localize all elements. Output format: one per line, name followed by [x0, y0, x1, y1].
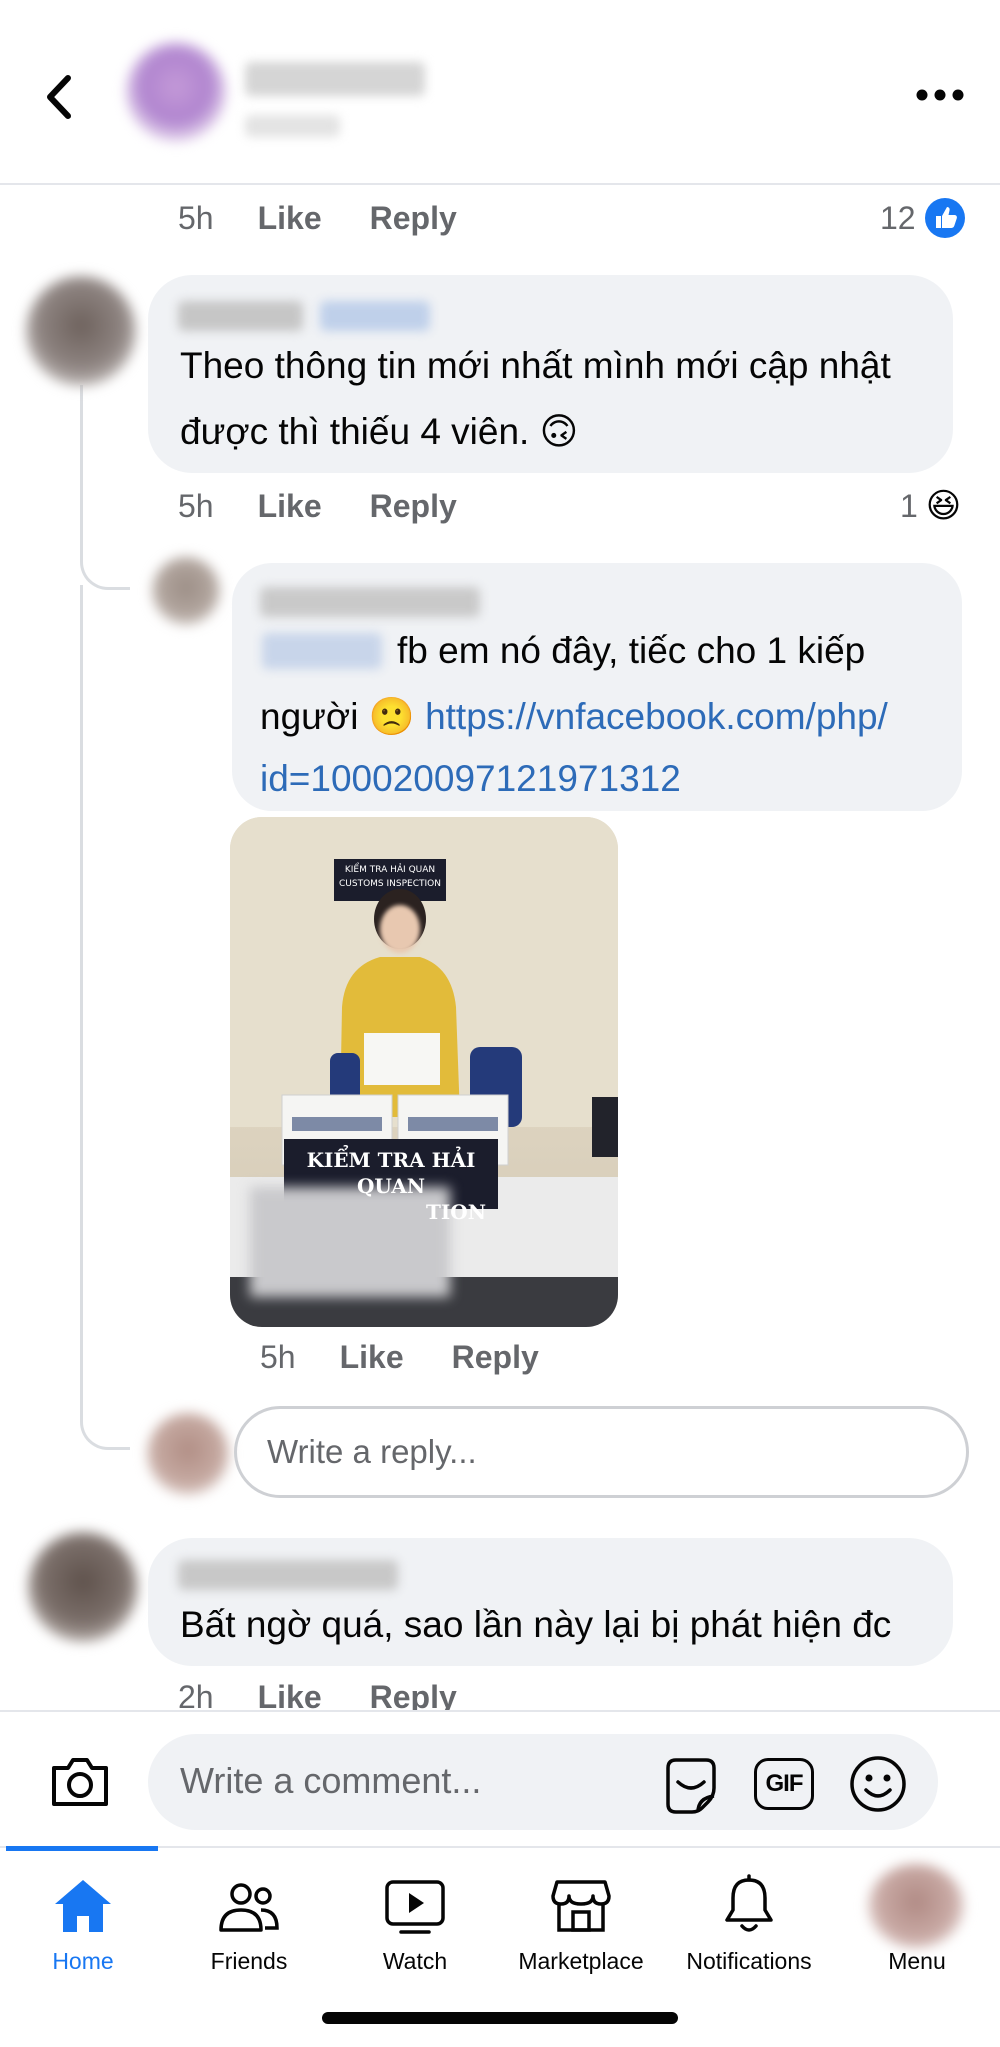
reply-time: 5h	[260, 1338, 296, 1375]
replier-name-blurred[interactable]	[260, 587, 480, 617]
commenter-avatar[interactable]	[26, 276, 136, 386]
reply-photo[interactable]: KIỂM TRA HẢI QUAN CUSTOMS INSPECTION KIỂ…	[230, 817, 618, 1327]
haha-reaction-icon: 😆	[925, 487, 962, 525]
camera-button[interactable]	[48, 1754, 112, 1810]
reply-link[interactable]: Reply	[370, 488, 457, 525]
emoji-button[interactable]	[848, 1754, 908, 1814]
home-indicator	[322, 2012, 678, 2024]
comment-time: 5h	[178, 487, 214, 524]
smiley-icon	[850, 1756, 906, 1812]
tab-menu[interactable]: Menu	[834, 1848, 1000, 1978]
thread-line	[80, 385, 130, 590]
comment-text: Bất ngờ quá, sao lần này lại bị phát hiệ…	[180, 1604, 892, 1645]
tab-watch[interactable]: Watch	[332, 1848, 498, 1978]
reaction-count: 12	[880, 199, 916, 236]
marketplace-icon	[551, 1880, 611, 1932]
comment-meta: 5h Like Reply	[178, 484, 457, 528]
header	[0, 0, 1000, 185]
reply-text-word: người	[260, 696, 359, 737]
comment-text-line-1: Theo thông tin mới nhất mình mới cập nhậ…	[180, 345, 891, 386]
reaction-count: 1	[900, 487, 918, 524]
reply-input[interactable]: Write a reply...	[234, 1406, 969, 1498]
reply-meta: 5h Like Reply	[260, 1335, 539, 1379]
commenter-name-blurred[interactable]	[178, 1560, 398, 1590]
reaction-summary[interactable]: 1 😆	[900, 484, 961, 528]
comment-meta-top: 5h Like Reply	[178, 196, 457, 240]
commenter-name-blurred[interactable]	[178, 301, 303, 331]
commenter-avatar[interactable]	[28, 1532, 138, 1642]
replier-avatar[interactable]	[152, 557, 220, 625]
tab-friends[interactable]: Friends	[166, 1848, 332, 1978]
profile-link[interactable]: https://vnfacebook.com/php/	[425, 696, 888, 737]
reply-input-placeholder: Write a reply...	[267, 1433, 477, 1470]
profile-link-continued[interactable]: id=100020097121971312	[260, 746, 681, 812]
reply-bubble: fb em nó đây, tiếc cho 1 kiếp người 🙁 ht…	[232, 563, 962, 811]
photo-sign-top-line-1: KIỂM TRA HẢI QUAN	[344, 865, 436, 875]
like-reaction-icon	[924, 198, 965, 238]
like-link[interactable]: Like	[258, 488, 322, 525]
sticker-icon	[666, 1758, 716, 1814]
current-user-avatar	[147, 1413, 229, 1495]
comment-text-line-2: được thì thiếu 4 viên.	[180, 411, 530, 452]
more-button[interactable]	[910, 80, 970, 110]
watch-icon	[385, 1880, 445, 1934]
camera-icon	[52, 1758, 108, 1806]
photo-sign-top-line-2: CUSTOMS INSPECTION	[339, 879, 441, 889]
gif-label: GIF	[765, 1770, 804, 1797]
page-avatar[interactable]	[126, 42, 226, 142]
page-subtitle-blurred	[245, 115, 340, 137]
tab-label: Notifications	[686, 1948, 812, 1974]
gif-button[interactable]: GIF	[754, 1758, 814, 1810]
chevron-left-icon	[47, 75, 71, 119]
tab-home[interactable]: Home	[0, 1848, 166, 1978]
more-horizontal-icon	[916, 89, 964, 101]
tagged-name-blurred[interactable]	[262, 633, 382, 669]
back-button[interactable]	[38, 72, 82, 122]
photo-sign-bottom-line-1: KIỂM TRA HẢI QUAN	[306, 1148, 476, 1198]
reply-link[interactable]: Reply	[452, 1339, 539, 1376]
reply-link[interactable]: Reply	[370, 200, 457, 237]
tab-bar: Home Friends Watch Marketplace Notificat…	[0, 1846, 1000, 2047]
comment-input-placeholder: Write a comment...	[180, 1760, 482, 1801]
comment-time: 5h	[178, 199, 214, 236]
tab-label: Friends	[210, 1948, 288, 1974]
tab-label: Home	[52, 1948, 114, 1974]
page-name-blurred[interactable]	[245, 62, 425, 96]
comment-input[interactable]: Write a comment... GIF	[148, 1734, 938, 1830]
like-link[interactable]: Like	[340, 1339, 404, 1376]
comment-text: Theo thông tin mới nhất mình mới cập nhậ…	[180, 333, 940, 465]
reply-text-line-1: fb em nó đây, tiếc cho 1 kiếp	[397, 630, 866, 671]
photo-scene	[230, 817, 618, 1327]
comment-bubble: Bất ngờ quá, sao lần này lại bị phát hiệ…	[148, 1538, 953, 1666]
home-icon	[55, 1880, 111, 1932]
comment-composer: Write a comment... GIF	[0, 1710, 1000, 1840]
reaction-summary[interactable]: 12	[880, 196, 966, 240]
reply-text-line-2: người 🙁 https://vnfacebook.com/php/	[260, 684, 960, 750]
commenter-badge-blurred	[320, 301, 430, 331]
tab-label: Menu	[888, 1948, 946, 1974]
tab-label: Watch	[382, 1948, 448, 1974]
friends-icon	[219, 1883, 279, 1932]
frowning-face-emoji: 🙁	[368, 696, 415, 737]
tab-notifications[interactable]: Notifications	[664, 1848, 834, 1978]
like-link[interactable]: Like	[258, 200, 322, 237]
comment-bubble: Theo thông tin mới nhất mình mới cập nhậ…	[148, 275, 953, 473]
profile-avatar	[868, 1864, 964, 1948]
photo-sign-top: KIỂM TRA HẢI QUAN CUSTOMS INSPECTION	[334, 863, 446, 891]
thread-line-reply-input	[80, 585, 130, 1450]
bell-icon	[725, 1874, 773, 1932]
tab-label: Marketplace	[518, 1948, 644, 1974]
photo-sign-bottom-line-2: TION	[426, 1200, 486, 1224]
sticker-button[interactable]	[660, 1754, 722, 1814]
upside-down-face-emoji: 🙃	[539, 411, 579, 452]
photo-sign-bottom: KIỂM TRA HẢI QUAN TION	[284, 1147, 498, 1225]
tab-marketplace[interactable]: Marketplace	[498, 1848, 664, 1978]
